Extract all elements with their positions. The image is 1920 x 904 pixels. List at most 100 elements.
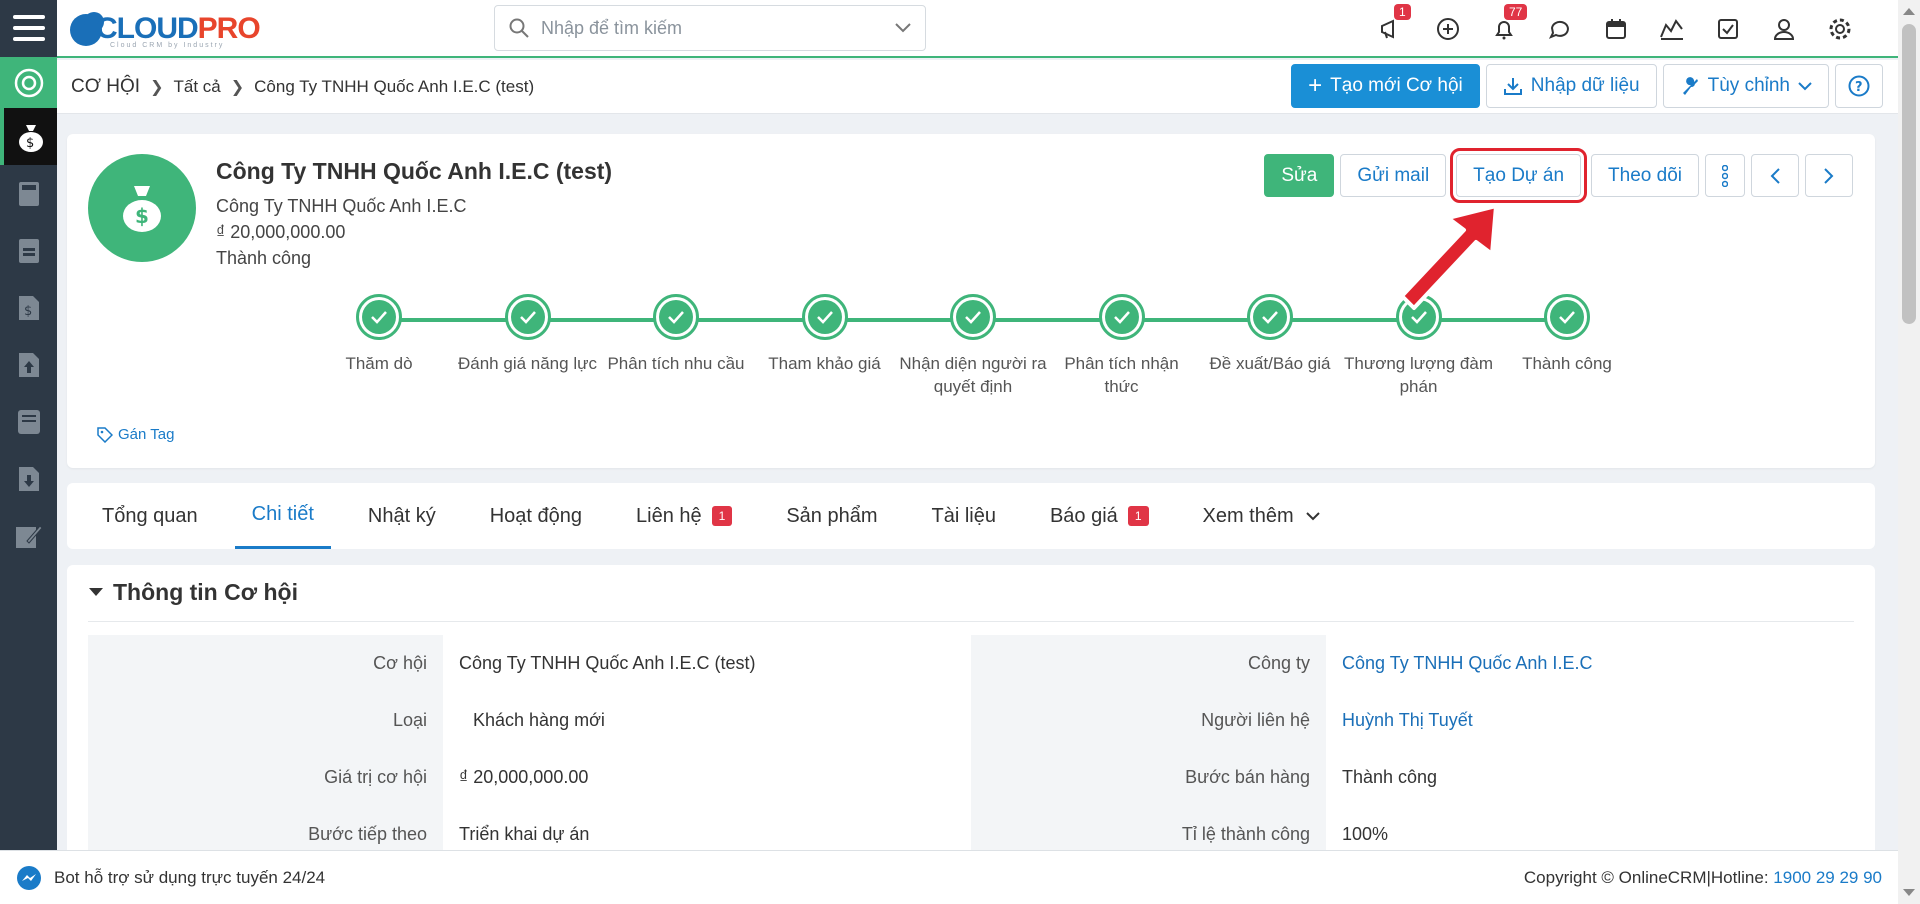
field-value[interactable]: Huỳnh Thị Tuyết	[1326, 710, 1473, 731]
sidebar-item-opportunities[interactable]: $	[0, 108, 57, 165]
stage-label: Tham khảo giá	[768, 354, 881, 373]
field-value: Khách hàng mới	[473, 710, 605, 730]
customize-button[interactable]: Tùy chỉnh	[1662, 64, 1829, 108]
tab-7[interactable]: Tài liệu	[914, 483, 1012, 549]
gear-icon[interactable]	[1812, 0, 1868, 58]
scroll-up-icon[interactable]	[1903, 8, 1915, 15]
plus-circle-icon[interactable]	[1420, 0, 1476, 58]
check-circle-icon	[1098, 294, 1145, 340]
stage-2[interactable]: Đánh giá năng lực	[453, 294, 603, 375]
bell-icon[interactable]: 77	[1476, 0, 1532, 58]
svg-text:?: ?	[1855, 80, 1863, 95]
tab-label: Báo giá	[1049, 504, 1118, 527]
support-bot-text[interactable]: Bot hỗ trợ sử dụng trực tuyến 24/24	[54, 868, 325, 888]
more-options-button[interactable]	[1705, 154, 1745, 197]
user-icon[interactable]	[1756, 0, 1812, 58]
sidebar-item-home[interactable]	[0, 58, 57, 108]
chart-icon[interactable]	[1644, 0, 1700, 58]
scrollbar-thumb[interactable]	[1902, 24, 1916, 324]
vertical-scrollbar[interactable]	[1898, 0, 1920, 904]
scroll-down-icon[interactable]	[1903, 889, 1915, 896]
previous-record-button[interactable]	[1751, 154, 1799, 197]
follow-button[interactable]: Theo dõi	[1591, 154, 1699, 197]
stage-1[interactable]: Thăm dò	[304, 294, 454, 375]
field-value: 100%	[1342, 824, 1389, 844]
tab-label: Sản phẩm	[786, 504, 878, 527]
tab-4[interactable]: Hoạt động	[473, 483, 599, 549]
book-icon	[17, 409, 40, 434]
chat-icon[interactable]	[1532, 0, 1588, 58]
field-column-right: Công ty Công Ty TNHH Quốc Anh I.E.C Người …	[971, 635, 1856, 863]
app-logo[interactable]: CLOUDPRO Cloud CRM by Industry	[66, 4, 276, 54]
tab-2[interactable]: Chi tiết	[234, 483, 331, 549]
divider	[88, 621, 1854, 622]
tab-3[interactable]: Nhật ký	[351, 483, 453, 549]
tab-6[interactable]: Sản phẩm	[769, 483, 894, 549]
top-icon-bar: 1 77	[1364, 0, 1868, 58]
field-value: Triển khai dự án	[459, 824, 590, 844]
sidebar-item-payment[interactable]: $	[0, 279, 57, 336]
assign-tag-link[interactable]: Gán Tag	[97, 426, 174, 443]
tab-label: Chi tiết	[251, 503, 314, 525]
sidebar-item-book[interactable]	[0, 393, 57, 450]
megaphone-icon[interactable]: 1	[1364, 0, 1420, 58]
send-mail-button[interactable]: Gửi mail	[1340, 154, 1447, 197]
tab-9[interactable]: Xem thêm	[1186, 483, 1337, 549]
breadcrumb-all[interactable]: Tất cả	[173, 77, 220, 97]
edit-button[interactable]: Sửa	[1264, 154, 1335, 197]
search-input[interactable]: Nhập để tìm kiếm	[494, 5, 926, 51]
chevron-right-icon: ❯	[230, 78, 245, 96]
tab-count-badge: 1	[711, 506, 733, 526]
pointer-arrow-icon	[1400, 204, 1498, 310]
stage-7[interactable]: Đề xuất/Báo giá	[1195, 294, 1345, 375]
wrench-icon	[1682, 77, 1698, 95]
sidebar-item-invoice[interactable]	[0, 222, 57, 279]
stage-label: Phân tích nhu cầu	[607, 354, 745, 373]
field-row: Bước bán hàng Thành công	[971, 749, 1856, 806]
dollar-file-icon: $	[18, 295, 39, 320]
field-label: Giá trị cơ hội	[88, 749, 443, 806]
field-row: Người liên hệ Huỳnh Thị Tuyết	[971, 692, 1856, 749]
sidebar-item-upload[interactable]	[0, 336, 57, 393]
stage-5[interactable]: Nhận diện người ra quyết định	[898, 294, 1048, 398]
svg-text:$: $	[26, 136, 34, 151]
search-icon	[509, 18, 529, 38]
sidebar-item-sign[interactable]	[0, 507, 57, 564]
tab-8[interactable]: Báo giá 1	[1033, 483, 1166, 549]
tab-1[interactable]: Tổng quan	[85, 483, 215, 549]
chevron-right-icon	[1824, 167, 1834, 184]
check-circle-icon	[504, 294, 551, 340]
import-data-button[interactable]: Nhập dữ liệu	[1485, 64, 1657, 108]
breadcrumb-record: Công Ty TNHH Quốc Anh I.E.C (test)	[254, 76, 535, 96]
hotline-link[interactable]: 1900 29 29 90	[1773, 868, 1882, 887]
sidebar-item-calculator[interactable]	[0, 165, 57, 222]
stage-4[interactable]: Tham khảo giá	[750, 294, 900, 375]
breadcrumb-root[interactable]: CƠ HỘI	[71, 76, 140, 98]
chevron-right-icon: ❯	[150, 78, 164, 96]
tag-icon	[97, 426, 113, 443]
messenger-icon[interactable]	[16, 865, 42, 891]
chevron-down-icon[interactable]	[895, 23, 911, 33]
next-record-button[interactable]	[1805, 154, 1853, 197]
kebab-icon	[1722, 164, 1728, 187]
stage-6[interactable]: Phân tích nhận thức	[1047, 294, 1197, 398]
sidebar-item-download[interactable]	[0, 450, 57, 507]
create-project-button[interactable]: Tạo Dự án	[1450, 148, 1588, 203]
section-header[interactable]: Thông tin Cơ hội	[89, 579, 298, 606]
record-status: Thành công	[216, 248, 312, 268]
field-row: Giá trị cơ hội ₫ 20,000,000.00	[88, 749, 973, 806]
help-button[interactable]: ?	[1835, 64, 1883, 108]
calendar-icon[interactable]	[1588, 0, 1644, 58]
create-opportunity-button[interactable]: + Tạo mới Cơ hội	[1291, 64, 1480, 108]
field-label: Cơ hội	[88, 635, 443, 692]
stage-3[interactable]: Phân tích nhu cầu	[601, 294, 751, 375]
tab-5[interactable]: Liên hệ 1	[619, 483, 749, 549]
menu-icon[interactable]	[0, 0, 57, 57]
tab-label: Tổng quan	[102, 504, 198, 527]
stage-label: Đề xuất/Báo giá	[1209, 354, 1331, 373]
task-check-icon[interactable]	[1700, 0, 1756, 58]
record-company: Công Ty TNHH Quốc Anh I.E.C	[216, 196, 467, 216]
field-value[interactable]: Công Ty TNHH Quốc Anh I.E.C	[1326, 653, 1592, 674]
tab-label: Liên hệ	[636, 504, 702, 527]
field-row: Cơ hội Công Ty TNHH Quốc Anh I.E.C (test)	[88, 635, 973, 692]
